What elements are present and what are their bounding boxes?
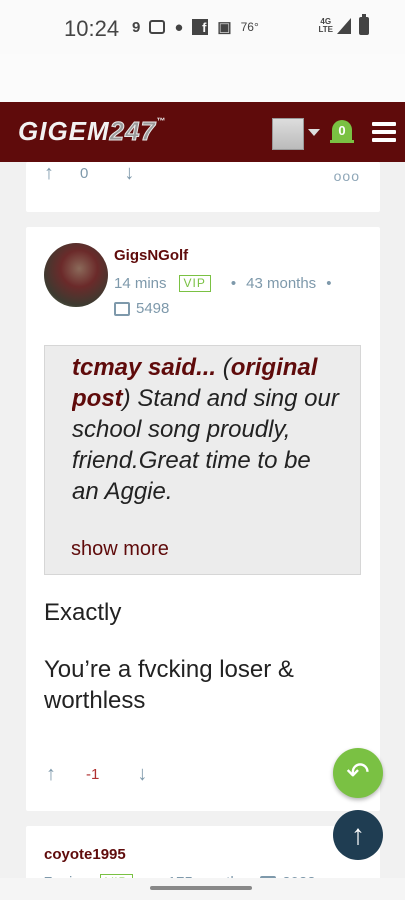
reply-icon: ↶ — [346, 757, 370, 788]
post-body: Exactly You’re a fvcking loser & worthle… — [44, 597, 364, 742]
user-avatar-button[interactable] — [272, 118, 304, 150]
image-icon: ▣ — [217, 19, 232, 36]
vote-controls: ↑ 0 ↓ — [44, 162, 134, 185]
system-nav-bar — [0, 878, 405, 900]
notifications-button[interactable]: 0 — [330, 116, 354, 146]
downvote-arrow-icon[interactable]: ↓ — [137, 763, 147, 786]
notification-count: 0 — [338, 123, 346, 138]
previous-post-footer: ↑ 0 ↓ ooo — [26, 162, 380, 212]
post-paragraph: Exactly — [44, 599, 122, 626]
message-icon: ● — [174, 18, 184, 36]
vote-count: 0 — [80, 165, 89, 182]
site-logo[interactable]: GIGEM247™ — [18, 116, 166, 147]
home-gesture-handle[interactable] — [150, 886, 252, 890]
post-count: 5498 — [114, 300, 169, 317]
quote-text: tcmay said... (original post) Stand and … — [72, 354, 339, 505]
facebook-icon: f — [192, 19, 209, 35]
member-age: 43 months — [246, 275, 317, 292]
reply-button[interactable]: ↶ — [333, 748, 383, 798]
notification-icons: 9 ● f ▣ 76° — [132, 18, 259, 37]
vip-badge: VIP — [178, 275, 211, 292]
system-icons: 4G LTE — [318, 14, 369, 35]
post-username[interactable]: GigsNGolf — [114, 247, 188, 264]
app-nine-icon: 9 — [132, 18, 141, 36]
post-username[interactable]: coyote1995 — [44, 846, 126, 863]
signal-icon — [337, 18, 351, 34]
page-fade — [0, 54, 405, 102]
upvote-arrow-icon[interactable]: ↑ — [44, 162, 54, 185]
vote-controls: ↑ -1 ↓ — [46, 763, 147, 786]
scroll-to-top-button[interactable]: ↑ — [333, 810, 383, 860]
battery-icon — [359, 14, 369, 35]
menu-button[interactable] — [372, 122, 396, 142]
more-options-icon[interactable]: ooo — [334, 168, 360, 184]
vote-count: -1 — [86, 766, 100, 783]
downvote-arrow-icon[interactable]: ↓ — [124, 162, 134, 185]
camera-box-icon — [149, 20, 166, 34]
temperature: 76° — [240, 20, 259, 34]
network-indicator: 4G LTE — [318, 17, 333, 34]
post-paragraph: You’re a fvcking loser & worthless — [44, 656, 294, 714]
avatar[interactable] — [44, 243, 108, 307]
status-time: 10:24 — [64, 16, 120, 41]
status-bar: 10:24 9 ● f ▣ 76° 4G LTE — [0, 0, 405, 54]
hamburger-icon — [372, 122, 396, 126]
upvote-arrow-icon[interactable]: ↑ — [46, 763, 56, 786]
show-more-link[interactable]: show more — [71, 538, 169, 561]
post-time: 14 mins — [114, 275, 167, 292]
arrow-up-icon: ↑ — [351, 819, 365, 850]
post-card: GigsNGolf 14 mins VIP • 43 months • 5498… — [26, 227, 380, 811]
chevron-down-icon[interactable] — [308, 129, 320, 136]
post-meta: 14 mins VIP • 43 months • — [114, 275, 332, 292]
quoted-post: tcmay said... (original post) Stand and … — [44, 345, 361, 575]
top-navigation: GIGEM247™ 0 — [0, 102, 405, 162]
quote-author-link[interactable]: tcmay said... — [72, 354, 216, 381]
comment-icon — [114, 301, 130, 316]
